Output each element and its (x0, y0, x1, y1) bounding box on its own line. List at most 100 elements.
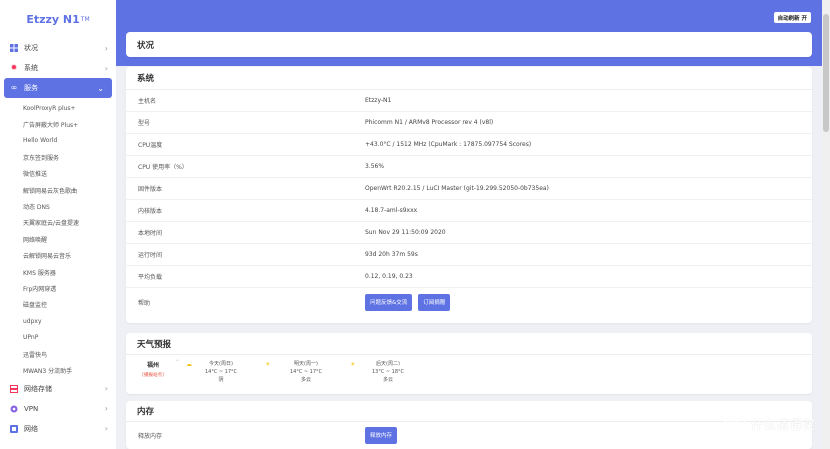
forecast-day: 明天(周一) 14°C ~ 17°C 多云 (276, 360, 336, 384)
table-row: CPU温度 +43.0°C / 1512 MHz (CpuMark : 1787… (126, 134, 812, 156)
row-key: 本地时间 (138, 230, 163, 237)
table-row: CPU 使用率（%） 3.56% (126, 156, 812, 178)
sidebar-item-label: 网络存储 (24, 384, 52, 393)
submenu-item[interactable]: 天翼家庭云/云盘提速 (0, 215, 116, 231)
storage-icon (10, 384, 18, 393)
services-submenu: KoolProxyR plus+ 广告屏蔽大师 Plus+ Hello Worl… (0, 98, 116, 379)
submenu-item[interactable]: MWAN3 分流助手 (0, 362, 116, 378)
chevron-right-icon: › (104, 424, 108, 434)
row-key: 运行时间 (138, 252, 163, 259)
row-value: Phicomm N1 / ARMv8 Processor rev 4 (v8l) (365, 119, 494, 126)
network-icon (10, 424, 18, 433)
sidebar-item-label: 网络 (24, 424, 38, 433)
sidebar-item-system[interactable]: ✹ 系统 › (0, 58, 116, 78)
scrollbar-thumb[interactable] (823, 14, 829, 132)
row-value: 93d 20h 37m 59s (365, 251, 418, 258)
forecast-desc: 阴 (218, 377, 224, 383)
row-key: 内核版本 (138, 208, 163, 215)
watermark: 值 什么值得买 (723, 413, 816, 435)
brand-logo[interactable]: Etzzy N1 TM (0, 0, 116, 38)
table-row: 内核版本 4.18.7-aml-s9xxx (126, 200, 812, 222)
brand-name: Etzzy N1 (26, 12, 80, 26)
submenu-item[interactable]: KMS 服务器 (0, 264, 116, 280)
submenu-item[interactable]: Frp内网穿透 (0, 280, 116, 296)
submenu-item[interactable]: 云解锁网易云音乐 (0, 248, 116, 264)
chevron-right-icon: › (104, 384, 108, 394)
row-key: 帮助 (138, 299, 151, 307)
row-value: Etzzy-N1 (365, 97, 392, 104)
sidebar-item-status[interactable]: 状况 › (0, 38, 116, 58)
free-memory-button[interactable]: 释放内存 (365, 426, 398, 444)
weather-body: 福州 [播报站点] ⌃ ☁ 今天(周日) 14°C ~ 17°C 阴 ☀ 明天(… (126, 355, 812, 394)
forecast-desc: 多云 (382, 377, 393, 383)
submenu-item[interactable]: 动态 DNS (0, 198, 116, 214)
vpn-icon (10, 405, 18, 413)
system-title: 系统 (126, 67, 812, 90)
submenu-item[interactable]: 微信推送 (0, 166, 116, 182)
row-key: CPU温度 (138, 142, 163, 149)
forecast-temp: 14°C ~ 17°C (289, 369, 323, 375)
submenu-item[interactable]: 广告屏蔽大师 Plus+ (0, 116, 116, 132)
city-name: 福州 (146, 362, 159, 369)
weather-card: 天气预报 福州 [播报站点] ⌃ ☁ 今天(周日) 14°C ~ 17°C 阴 … (126, 333, 812, 394)
row-key: 固件版本 (138, 186, 163, 193)
forecast-temp: 13°C ~ 18°C (371, 369, 405, 375)
gear-icon: ✹ (10, 63, 18, 72)
row-key: 平均负载 (138, 274, 163, 281)
page-scrollbar[interactable] (822, 0, 830, 449)
row-value: 0.12, 0.19, 0.23 (365, 273, 413, 280)
sidebar-item-vpn[interactable]: VPN › (0, 399, 116, 419)
table-row: 本地时间 Sun Nov 29 11:50:09 2020 (126, 222, 812, 244)
row-value: 3.56% (365, 163, 385, 170)
submenu-item[interactable]: 网络唤醒 (0, 231, 116, 247)
table-row: 主机名 Etzzy-N1 (126, 90, 812, 112)
forecast-day-name: 今天(周日) (209, 361, 233, 367)
auto-refresh-toggle[interactable]: 自动刷新 开 (773, 12, 811, 23)
table-row: 型号 Phicomm N1 / ARMv8 Processor rev 4 (v… (126, 112, 812, 134)
row-value: +43.0°C / 1512 MHz (CpuMark : 17875.0977… (365, 141, 532, 148)
forecast-day: 今天(周日) 14°C ~ 17°C 阴 (191, 360, 251, 384)
sidebar-item-label: 状况 (24, 44, 38, 52)
submenu-item[interactable]: udpxy (0, 313, 116, 329)
submenu-item[interactable]: 解锁网易云灰色歌曲 (0, 182, 116, 198)
submenu-item[interactable]: 迅雷快鸟 (0, 346, 116, 362)
memory-row: 释放内存 释放内存 (126, 422, 812, 448)
sidebar-item-network[interactable]: 网络 › (0, 419, 116, 439)
chevron-right-icon: › (104, 43, 108, 53)
sidebar-item-label: 服务 (24, 84, 38, 92)
submenu-item[interactable]: Hello World (0, 133, 116, 149)
subscribe-donate-button[interactable]: 订阅捐赠 (418, 293, 451, 311)
weather-city: 福州 [播报站点] (138, 360, 168, 378)
weather-source[interactable]: [播报站点] (138, 372, 168, 378)
sun-cloud-icon: ☀ (265, 361, 271, 368)
memory-title: 内存 (126, 401, 812, 422)
table-row: 固件版本 OpenWrt R20.2.15 / LuCI Master (git… (126, 178, 812, 200)
watermark-text: 什么值得买 (750, 417, 816, 432)
row-key: 释放内存 (138, 432, 163, 440)
sidebar-item-storage[interactable]: 网络存储 › (0, 379, 116, 399)
dashboard-icon (10, 44, 18, 52)
submenu-item[interactable]: 磁盘监控 (0, 297, 116, 313)
chevron-up-icon: ⌃ (175, 359, 181, 366)
help-row: 帮助 问题反馈&交流 订阅捐赠 (126, 288, 812, 316)
forecast-desc: 多云 (300, 377, 311, 383)
table-row: 运行时间 93d 20h 37m 59s (126, 244, 812, 266)
chevron-down-icon: ⌄ (97, 83, 104, 93)
memory-card: 内存 释放内存 释放内存 (126, 401, 812, 449)
weather-title: 天气预报 (126, 333, 812, 355)
sun-cloud-icon: ☀ (350, 361, 356, 368)
brand-tm: TM (80, 15, 90, 23)
submenu-item[interactable]: KoolProxyR plus+ (0, 100, 116, 116)
submenu-item[interactable]: 京东签到服务 (0, 149, 116, 165)
row-value: 4.18.7-aml-s9xxx (365, 207, 418, 214)
row-key: 主机名 (138, 98, 157, 105)
forecast-temp: 14°C ~ 17°C (204, 369, 238, 375)
forecast-day: 后天(周二) 13°C ~ 18°C 多云 (358, 360, 418, 384)
page-title: 状况 (137, 40, 155, 51)
chevron-right-icon: › (104, 63, 108, 73)
submenu-item[interactable]: UPnP (0, 329, 116, 345)
feedback-button[interactable]: 问题反馈&交流 (365, 293, 413, 311)
sidebar-item-services[interactable]: ∞ 服务 ⌄ (4, 78, 112, 98)
row-value: OpenWrt R20.2.15 / LuCI Master (git-19.2… (365, 185, 549, 192)
sidebar: Etzzy N1 TM 状况 › ✹ 系统 › ∞ 服务 ⌄ KoolProxyR… (0, 0, 116, 449)
